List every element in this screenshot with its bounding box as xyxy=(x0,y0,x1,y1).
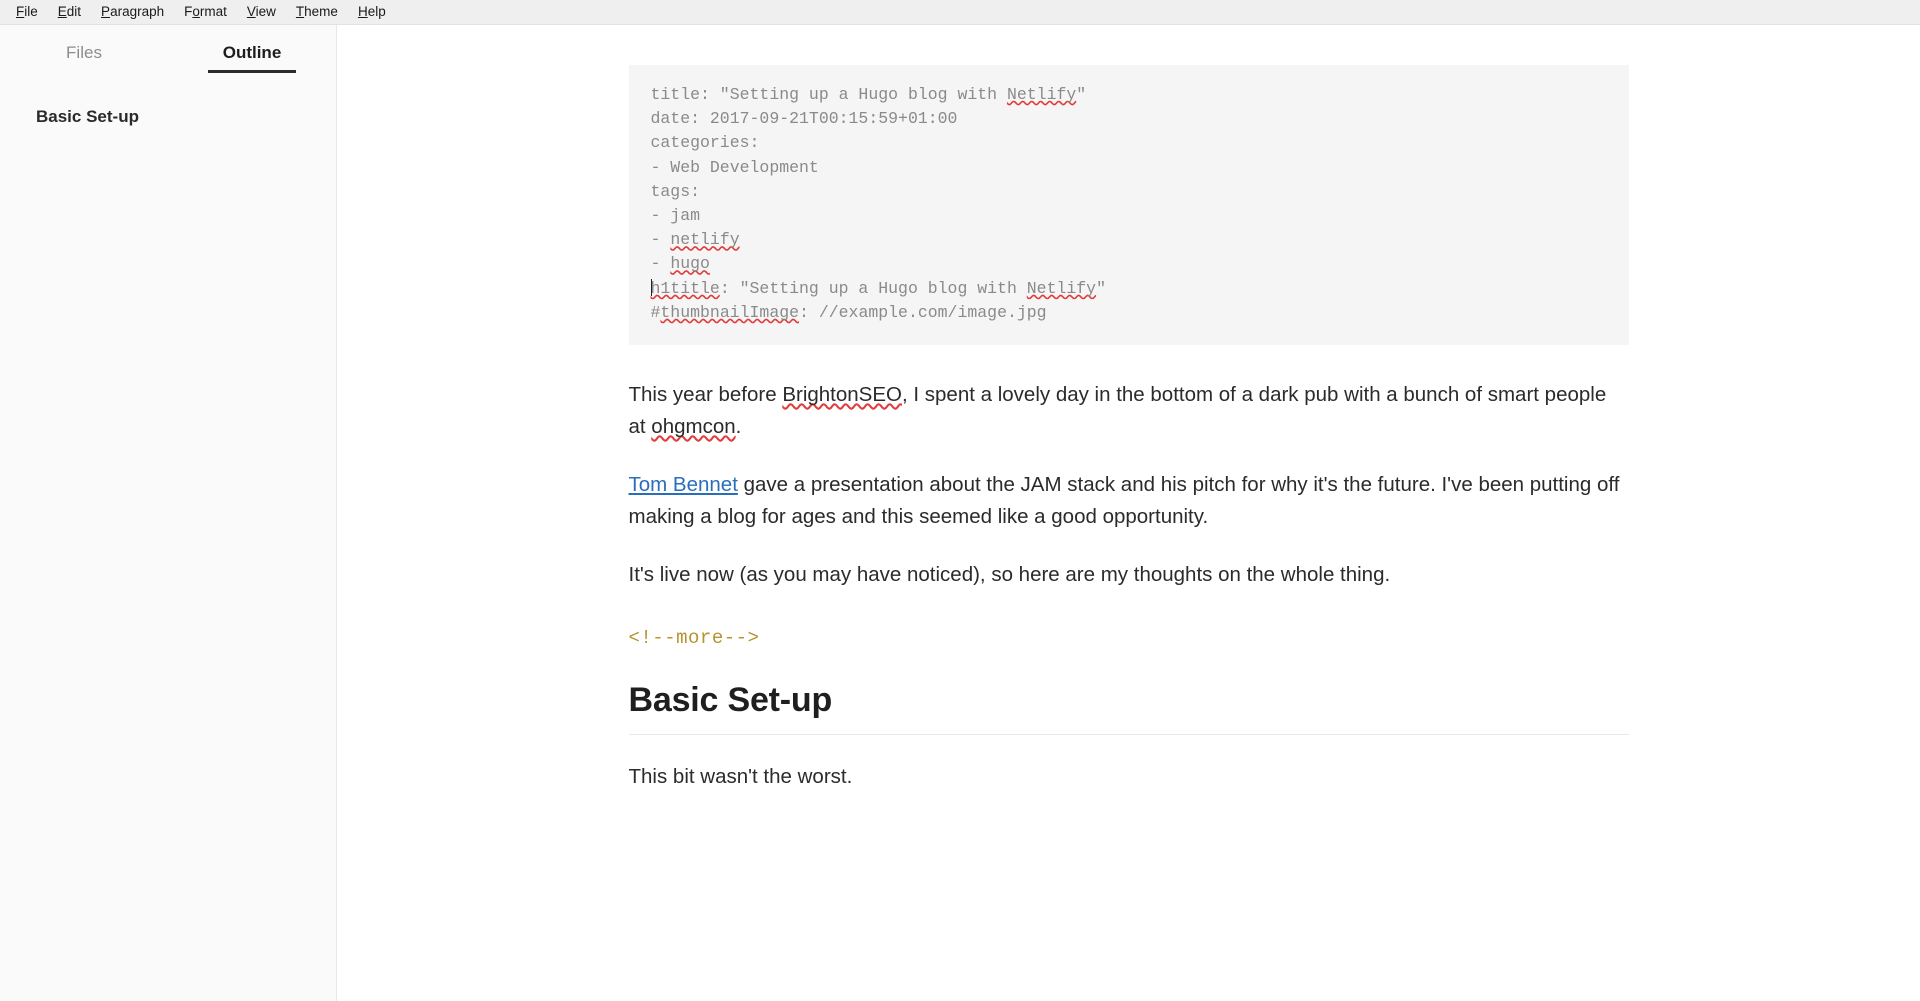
menu-file-accesskey: F xyxy=(16,4,25,20)
menu-file[interactable]: File xyxy=(6,3,48,21)
menu-bar: File Edit Paragraph Format View Theme He… xyxy=(0,0,1920,25)
more-comment[interactable]: <!--more--> xyxy=(629,627,1629,649)
paragraph-this-bit[interactable]: This bit wasn't the worst. xyxy=(629,761,1629,793)
menu-view-accesskey: V xyxy=(246,4,256,20)
menu-help-accesskey: H xyxy=(357,4,368,20)
menu-view-label: iew xyxy=(255,4,276,20)
fm-line-category-web-development: - Web Development xyxy=(650,157,819,177)
fm-line-tag-jam: - jam xyxy=(650,206,701,226)
fm-tag-netlify-dash: - xyxy=(650,230,671,250)
frontmatter-code-block[interactable]: title: "Setting up a Hugo blog with Netl… xyxy=(628,65,1629,346)
paragraph-tom-bennet[interactable]: Tom Bennet gave a presentation about the… xyxy=(629,469,1629,533)
fm-tag-netlify: netlify xyxy=(670,230,740,250)
tab-outline[interactable]: Outline xyxy=(168,43,336,73)
sidebar: Files Outline Basic Set-up xyxy=(0,25,337,1001)
fm-thumbnail-value: : //example.com/image.jpg xyxy=(799,302,1047,322)
fm-h1title-quote: " xyxy=(1096,278,1106,298)
sidebar-tabs: Files Outline xyxy=(0,25,336,73)
fm-title-netlify: Netlify xyxy=(1006,85,1077,104)
menu-help-label: elp xyxy=(367,4,386,20)
p2-text: gave a presentation about the JAM stack … xyxy=(628,473,1620,529)
menu-help[interactable]: Help xyxy=(348,3,396,21)
menu-file-label: ile xyxy=(24,4,38,20)
outline-item-basic-set-up[interactable]: Basic Set-up xyxy=(0,103,336,131)
menu-theme-accesskey: T xyxy=(295,4,305,20)
fm-h1title-key: h1title xyxy=(650,278,720,298)
fm-line-categories: categories: xyxy=(650,133,760,153)
menu-edit-label: dit xyxy=(66,4,82,20)
p1-ohgmcon: ohgmcon xyxy=(651,415,736,439)
fm-h1title-netlify: Netlify xyxy=(1026,278,1097,298)
fm-line-date: date: 2017-09-21T00:15:59+01:00 xyxy=(650,109,958,129)
outline-list: Basic Set-up xyxy=(0,73,336,131)
fm-line-tags: tags: xyxy=(650,181,701,201)
fm-title-quote: " xyxy=(1076,85,1087,104)
fm-tag-hugo-dash: - xyxy=(650,254,671,274)
tab-files[interactable]: Files xyxy=(0,43,168,73)
menu-format-accesskey: o xyxy=(192,4,200,20)
menu-paragraph-accesskey: P xyxy=(101,4,111,20)
menu-edit-accesskey: E xyxy=(57,4,67,20)
fm-thumbnail-hash: # xyxy=(650,302,661,322)
fm-tag-hugo: hugo xyxy=(670,254,710,274)
menu-view[interactable]: View xyxy=(237,3,286,21)
menu-paragraph-label: aragraph xyxy=(110,4,165,20)
fm-thumbnail-key: thumbnailImage xyxy=(660,302,800,322)
p1-brightonseo: BrightonSEO xyxy=(782,383,902,407)
fm-line-title: title: "Setting up a Hugo blog with xyxy=(650,85,1007,104)
paragraph-live-now[interactable]: It's live now (as you may have noticed),… xyxy=(629,559,1629,591)
app-body: Files Outline Basic Set-up title: "Setti… xyxy=(0,25,1920,1001)
menu-paragraph[interactable]: Paragraph xyxy=(91,3,174,21)
menu-format-label: rmat xyxy=(199,4,227,20)
editor-pane[interactable]: title: "Setting up a Hugo blog with Netl… xyxy=(337,25,1920,1001)
menu-theme-label: heme xyxy=(304,4,338,20)
document-content: title: "Setting up a Hugo blog with Netl… xyxy=(628,25,1629,793)
p1-text-c: . xyxy=(735,415,742,439)
menu-format[interactable]: Format xyxy=(174,3,237,21)
paragraph-intro[interactable]: This year before BrightonSEO, I spent a … xyxy=(629,379,1629,443)
link-tom-bennet[interactable]: Tom Bennet xyxy=(629,473,738,496)
fm-h1title-mid: : "Setting up a Hugo blog with xyxy=(719,278,1027,298)
heading-basic-set-up[interactable]: Basic Set-up xyxy=(628,681,1629,736)
menu-edit[interactable]: Edit xyxy=(48,3,91,21)
p1-text-a: This year before xyxy=(628,383,783,407)
menu-theme[interactable]: Theme xyxy=(286,3,348,21)
